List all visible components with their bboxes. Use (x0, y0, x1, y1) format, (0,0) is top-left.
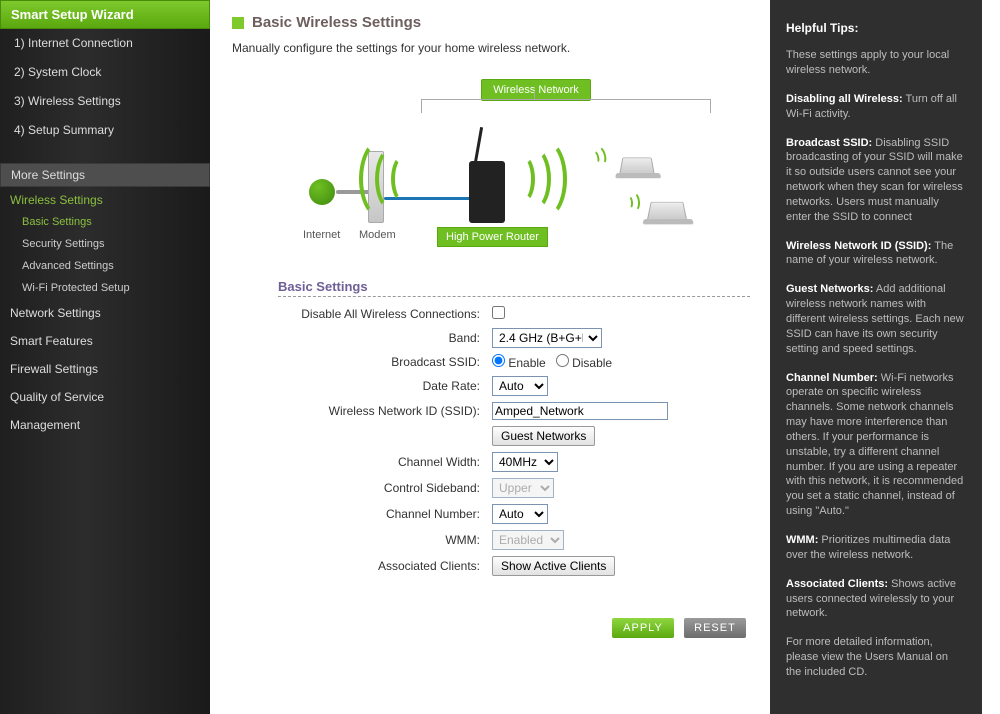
sidebar-item-qos[interactable]: Quality of Service (0, 383, 210, 411)
tip-broadcast-ssid: Broadcast SSID: Disabling SSID broadcast… (786, 136, 966, 225)
diagram-router-badge: High Power Router (437, 227, 548, 247)
diagram-label-modem: Modem (359, 229, 396, 241)
helpful-tips-panel: Helpful Tips: These settings apply to yo… (770, 0, 982, 714)
disable-text: Disable (572, 356, 612, 370)
label-wmm: WMM: (278, 527, 488, 553)
tip-manual: For more detailed information, please vi… (786, 635, 966, 680)
apply-button[interactable]: APPLY (612, 618, 674, 638)
tip-intro: These settings apply to your local wirel… (786, 48, 966, 78)
select-channel-width[interactable]: 40MHz (492, 452, 558, 472)
sidebar-item-management[interactable]: Management (0, 411, 210, 439)
wizard-item-summary[interactable]: 4) Setup Summary (0, 116, 210, 145)
sidebar-item-firewall[interactable]: Firewall Settings (0, 355, 210, 383)
globe-icon (309, 179, 335, 205)
router-icon (469, 161, 505, 223)
section-divider (278, 296, 750, 297)
label-disable-all: Disable All Wireless Connections: (278, 303, 488, 325)
radio-enable-label[interactable]: Enable (492, 356, 549, 370)
select-wmm[interactable]: Enabled (492, 530, 564, 550)
wizard-item-clock[interactable]: 2) System Clock (0, 58, 210, 87)
sidebar-item-wps[interactable]: Wi-Fi Protected Setup (0, 277, 210, 299)
diagram-label-internet: Internet (303, 229, 340, 241)
label-channel-width: Channel Width: (278, 449, 488, 475)
radio-enable[interactable] (492, 354, 505, 367)
reset-button[interactable]: RESET (684, 618, 746, 638)
diagram-wireless-network-badge: Wireless Network (481, 79, 591, 101)
label-band: Band: (278, 325, 488, 351)
label-data-rate: Date Rate: (278, 373, 488, 399)
checkbox-disable-all[interactable] (492, 306, 505, 319)
tip-ssid: Wireless Network ID (SSID): The name of … (786, 239, 966, 269)
label-sideband: Control Sideband: (278, 475, 488, 501)
sidebar-item-advanced-settings[interactable]: Advanced Settings (0, 255, 210, 277)
select-channel-number[interactable]: Auto (492, 504, 548, 524)
square-marker-icon (232, 17, 244, 29)
label-ssid: Wireless Network ID (SSID): (278, 399, 488, 423)
input-ssid[interactable] (492, 402, 668, 420)
radio-disable[interactable] (556, 354, 569, 367)
select-band[interactable]: 2.4 GHz (B+G+N) (492, 328, 602, 348)
antenna-icon (474, 127, 483, 163)
label-channel-number: Channel Number: (278, 501, 488, 527)
guest-networks-button[interactable]: Guest Networks (492, 426, 595, 446)
more-settings-header[interactable]: More Settings (0, 163, 210, 187)
sidebar: Smart Setup Wizard 1) Internet Connectio… (0, 0, 210, 714)
laptop-icon (647, 202, 687, 220)
tip-disable-all: Disabling all Wireless: Turn off all Wi-… (786, 92, 966, 122)
page-description: Manually configure the settings for your… (232, 41, 750, 55)
select-sideband[interactable]: Upper (492, 478, 554, 498)
tip-guest-networks: Guest Networks: Add additional wireless … (786, 282, 966, 356)
tip-clients: Associated Clients: Shows active users c… (786, 577, 966, 622)
sidebar-item-network[interactable]: Network Settings (0, 299, 210, 327)
sidebar-group-wireless[interactable]: Wireless Settings (0, 187, 210, 211)
tips-heading: Helpful Tips: (786, 20, 966, 36)
label-broadcast-ssid: Broadcast SSID: (278, 351, 488, 373)
diagram-bracket (421, 99, 711, 113)
wizard-item-wireless[interactable]: 3) Wireless Settings (0, 87, 210, 116)
wizard-header[interactable]: Smart Setup Wizard (0, 0, 210, 29)
wifi-mini-wave-icon (624, 192, 644, 212)
sidebar-item-smart-features[interactable]: Smart Features (0, 327, 210, 355)
sidebar-item-security-settings[interactable]: Security Settings (0, 233, 210, 255)
tip-channel-number: Channel Number: Wi-Fi networks operate o… (786, 371, 966, 519)
settings-form: Disable All Wireless Connections: Band: … (278, 303, 672, 579)
wifi-mini-wave-icon (589, 145, 611, 167)
main-panel: Basic Wireless Settings Manually configu… (210, 0, 770, 714)
enable-text: Enable (508, 356, 545, 370)
laptop-icon (619, 158, 654, 175)
radio-disable-label[interactable]: Disable (556, 356, 612, 370)
tip-wmm: WMM: Prioritizes multimedia data over th… (786, 533, 966, 563)
network-diagram: Wireless Network Internet Modem High Pow… (251, 71, 731, 271)
page-title: Basic Wireless Settings (252, 14, 421, 31)
show-active-clients-button[interactable]: Show Active Clients (492, 556, 615, 576)
sidebar-item-basic-settings[interactable]: Basic Settings (0, 211, 210, 233)
select-data-rate[interactable]: Auto (492, 376, 548, 396)
section-title-basic: Basic Settings (278, 279, 750, 294)
wizard-item-internet[interactable]: 1) Internet Connection (0, 29, 210, 58)
label-clients: Associated Clients: (278, 553, 488, 579)
